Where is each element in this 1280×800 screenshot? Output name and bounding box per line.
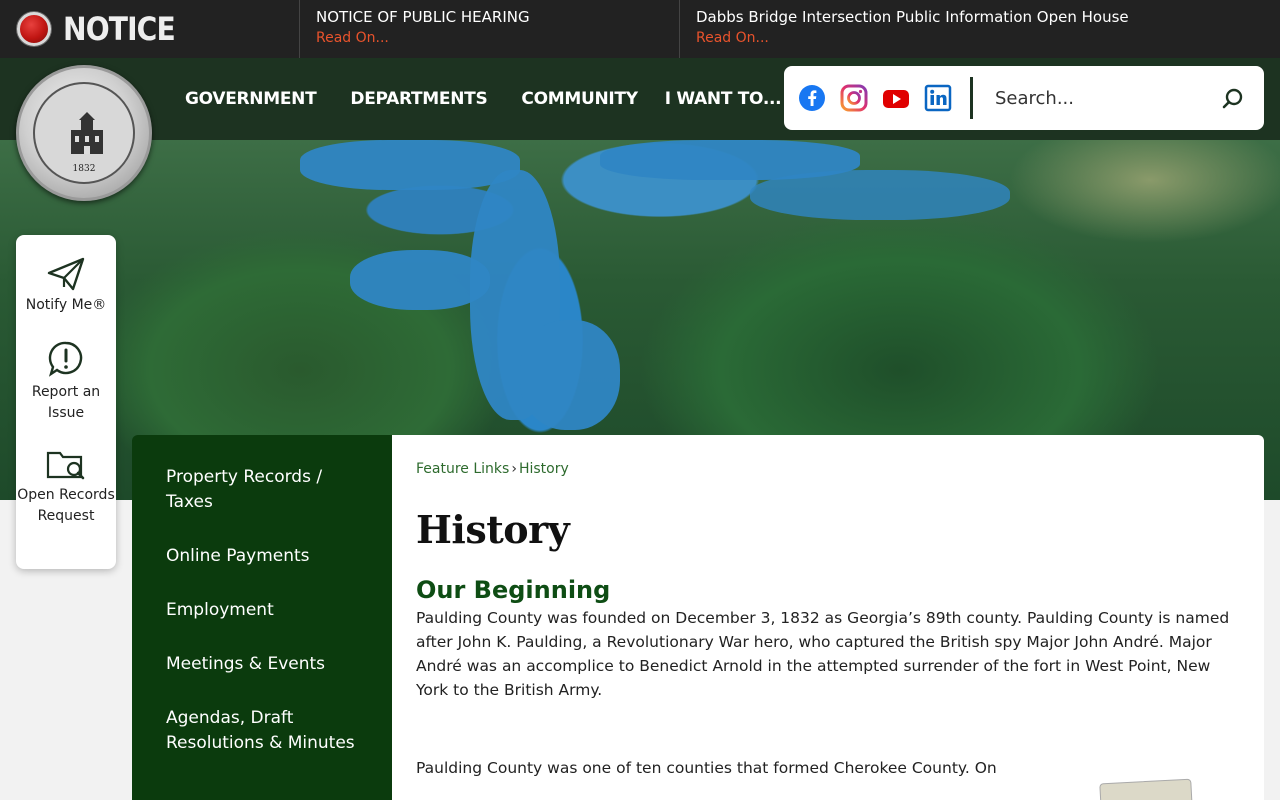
breadcrumb-separator: › <box>511 461 517 477</box>
nav-menu: GOVERNMENT DEPARTMENTS COMMUNITY I WANT … <box>185 58 782 140</box>
page-title: History <box>416 507 570 552</box>
seal-inner: 1832 <box>33 82 135 184</box>
notice-item-public-hearing[interactable]: NOTICE OF PUBLIC HEARING Read On... <box>300 0 680 58</box>
youtube-icon[interactable] <box>882 84 910 112</box>
linkedin-icon[interactable] <box>924 84 952 112</box>
seal-year: 1832 <box>72 164 96 174</box>
hero-water <box>750 170 1010 220</box>
notice-title: NOTICE <box>63 10 176 48</box>
nav-item-government[interactable]: GOVERNMENT <box>185 89 317 109</box>
section-title: Our Beginning <box>416 576 611 604</box>
instagram-icon[interactable] <box>840 84 868 112</box>
notice-read-on-link[interactable]: Read On... <box>316 30 679 46</box>
notice-item-dabbs-bridge[interactable]: Dabbs Bridge Intersection Public Informa… <box>680 0 1280 58</box>
left-menu-item-agendas[interactable]: Agendas, Draft Resolutions & Minutes <box>166 706 372 756</box>
hero-water <box>300 140 520 190</box>
hero-water <box>520 320 620 430</box>
nav-item-community[interactable]: COMMUNITY <box>521 89 638 109</box>
left-menu-item-employment[interactable]: Employment <box>166 598 372 623</box>
search-input[interactable] <box>995 87 1215 109</box>
paper-plane-icon <box>47 257 85 291</box>
notice-read-on-link[interactable]: Read On... <box>696 30 1280 46</box>
facebook-icon[interactable] <box>798 84 826 112</box>
left-side-menu: Property Records / Taxes Online Payments… <box>132 435 392 800</box>
main-content: Feature Links › History History Our Beginn… <box>392 435 1264 800</box>
breadcrumb-link-history[interactable]: History <box>519 461 569 477</box>
hero-water <box>350 250 490 310</box>
nav-item-departments[interactable]: DEPARTMENTS <box>350 89 487 109</box>
county-seal-logo[interactable]: 1832 <box>16 65 152 201</box>
notice-bar: NOTICE NOTICE OF PUBLIC HEARING Read On.… <box>0 0 1280 58</box>
quick-link-label: Open Records Request <box>17 487 115 524</box>
breadcrumb: Feature Links › History <box>416 461 1240 477</box>
county-map-image <box>1099 778 1193 800</box>
search-icon[interactable] <box>1220 86 1246 112</box>
quick-link-notify-me[interactable]: Notify Me® <box>16 257 116 316</box>
quick-link-report-issue[interactable]: Report an Issue <box>16 340 116 424</box>
notice-item-title[interactable]: Dabbs Bridge Intersection Public Informa… <box>696 8 1280 26</box>
alert-icon <box>48 341 83 377</box>
folder-search-icon <box>46 451 85 480</box>
social-search-box <box>784 66 1264 130</box>
notice-item-title[interactable]: NOTICE OF PUBLIC HEARING <box>316 8 679 26</box>
quick-link-label: Notify Me® <box>25 297 107 313</box>
history-paragraph: Paulding County was one of ten counties … <box>416 759 997 777</box>
notice-alert-icon <box>17 12 51 46</box>
left-menu-item-meetings-events[interactable]: Meetings & Events <box>166 652 372 677</box>
quick-links-panel: Notify Me® Report an Issue Open Records … <box>16 235 116 569</box>
nav-item-i-want-to[interactable]: I WANT TO... <box>665 89 782 109</box>
main-nav-bar: 1832 GOVERNMENT DEPARTMENTS COMMUNITY I … <box>0 58 1280 201</box>
left-menu-item-property-records[interactable]: Property Records / Taxes <box>166 465 372 515</box>
toolbar-divider <box>970 77 973 119</box>
left-menu-item-online-payments[interactable]: Online Payments <box>166 544 372 569</box>
history-paragraph: Paulding County was founded on December … <box>416 609 1230 699</box>
breadcrumb-link-feature-links[interactable]: Feature Links <box>416 461 509 477</box>
notice-label-block: NOTICE <box>0 0 300 58</box>
quick-link-open-records-request[interactable]: Open Records Request <box>16 447 116 527</box>
courthouse-icon <box>71 112 103 154</box>
quick-link-label: Report an Issue <box>31 384 101 421</box>
